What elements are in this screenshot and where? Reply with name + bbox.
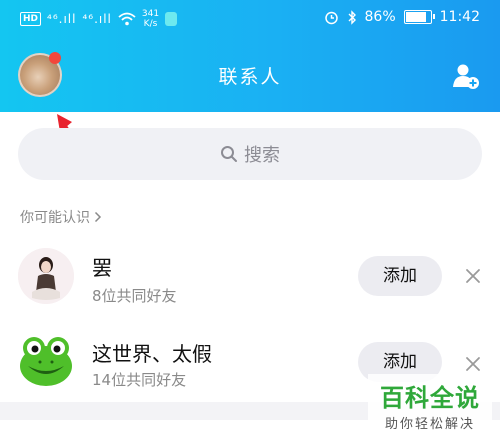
clock: 11:42 xyxy=(439,9,480,25)
mutual-friends: 8位共同好友 xyxy=(92,287,177,305)
person-figure-icon xyxy=(18,248,74,304)
contact-name: 罢 xyxy=(92,256,112,280)
network-speed: 341 K/s xyxy=(142,9,159,29)
contact-avatar xyxy=(18,248,74,304)
speed-value: 341 xyxy=(141,9,160,19)
may-know-header[interactable]: 你可能认识 xyxy=(20,207,102,227)
battery-icon xyxy=(403,10,435,24)
mutual-friends: 14位共同好友 xyxy=(92,371,187,389)
close-icon[interactable] xyxy=(464,355,482,373)
chevron-right-icon xyxy=(94,211,102,223)
page-title: 联系人 xyxy=(218,66,282,88)
speed-unit: K/s xyxy=(143,19,158,29)
search-icon xyxy=(221,146,237,162)
add-friend-button[interactable]: 添加 xyxy=(358,256,442,296)
frog-icon xyxy=(20,337,72,386)
app-notification-icon xyxy=(165,12,178,26)
watermark-subtitle: 助你轻松解决 xyxy=(384,417,475,432)
wifi-icon xyxy=(118,12,136,26)
status-bar: HD ⁴⁶.ıll ⁴⁶.ıll 341 K/s 86% 11:42 xyxy=(0,0,500,40)
add-contact-icon[interactable] xyxy=(452,62,480,90)
bluetooth-icon xyxy=(348,9,356,25)
alarm-icon xyxy=(324,11,338,24)
contact-name: 这世界、太假 xyxy=(92,342,212,366)
search-bar[interactable]: 搜索 xyxy=(18,128,482,180)
search-placeholder: 搜索 xyxy=(244,145,280,166)
watermark-title: 百科全说 xyxy=(380,384,480,412)
contact-avatar xyxy=(18,332,74,388)
battery-percent: 86% xyxy=(364,9,396,25)
watermark: 百科全说 助你轻松解决 xyxy=(368,374,492,434)
hd-badge: HD xyxy=(20,12,42,26)
signal-icon-1: ⁴⁶.ıll xyxy=(47,12,77,26)
close-icon[interactable] xyxy=(464,267,482,285)
may-know-label: 你可能认识 xyxy=(20,210,90,226)
header-bar: HD ⁴⁶.ıll ⁴⁶.ıll 341 K/s 86% 11:42 联系人 xyxy=(0,0,500,112)
signal-icon-2: ⁴⁶.ıll xyxy=(82,12,112,26)
list-item[interactable]: 罢 8位共同好友 添加 xyxy=(0,234,500,318)
